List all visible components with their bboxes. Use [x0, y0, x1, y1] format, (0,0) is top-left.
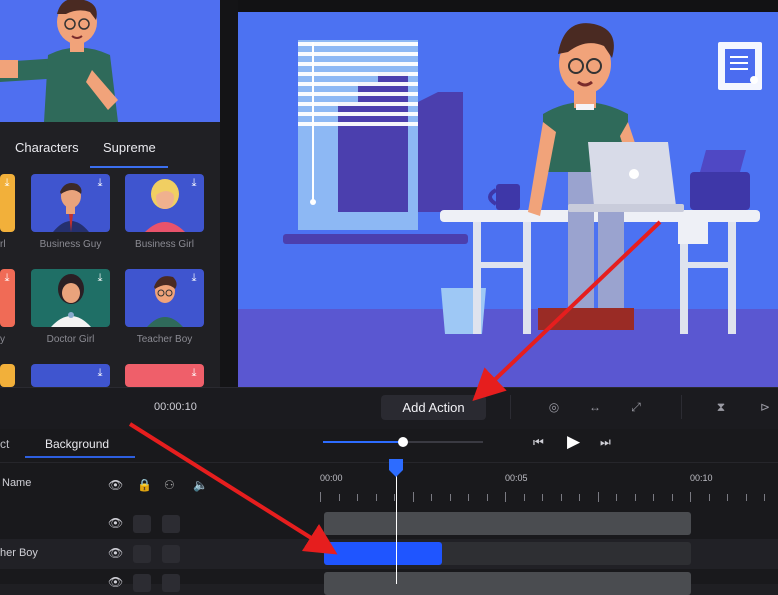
ruler-tick [653, 494, 654, 501]
timecode: 00:00:10 [154, 401, 197, 413]
play-icon[interactable]: ▶ [567, 432, 580, 452]
ruler-tick [394, 494, 395, 501]
ruler-tick [338, 494, 340, 501]
tab-background[interactable]: Background [45, 437, 109, 451]
volume-header-icon[interactable]: 🔈 [193, 478, 208, 492]
ruler-label: 00:00 [320, 473, 343, 483]
playback-scrubber-progress [323, 441, 403, 443]
expand-icon[interactable]: ⤢ [623, 395, 649, 419]
card-label-partial: rl [0, 239, 6, 250]
ruler-tick [431, 494, 432, 501]
ruler-tick [542, 494, 543, 501]
hide-toggle[interactable] [162, 515, 180, 533]
flip-vertical-icon[interactable]: ⊳ [752, 395, 778, 419]
hide-toggle[interactable] [162, 574, 180, 592]
ruler-tick [745, 494, 747, 501]
download-icon[interactable]: ⤓ [1, 177, 13, 189]
playhead-line [396, 470, 397, 584]
ruler-tick [634, 494, 636, 501]
binoculars-header-icon[interactable]: ⚇ [164, 478, 175, 492]
ruler-tick [727, 494, 728, 501]
ruler-tick [523, 494, 525, 501]
card-label: Business Girl [135, 239, 194, 250]
ruler-tick [690, 492, 691, 502]
download-icon[interactable]: ⤓ [1, 272, 13, 284]
flip-horizontal-icon[interactable]: ⧗ [708, 395, 734, 419]
toolbar-separator [510, 395, 511, 419]
tab-characters[interactable]: Characters [15, 140, 79, 155]
card-label-partial: y [0, 334, 5, 345]
lock-toggle[interactable] [133, 515, 151, 533]
active-tab-indicator [25, 456, 135, 458]
action-clip-selected[interactable] [324, 542, 442, 565]
name-column-header: Name [2, 477, 32, 489]
ruler-tick [671, 494, 673, 501]
toolbar-separator [681, 395, 682, 419]
ruler-tick [486, 494, 488, 501]
character-preview [0, 0, 220, 122]
panel-divider[interactable] [220, 0, 238, 387]
ruler-tick [708, 494, 710, 501]
card-label: Business Guy [39, 239, 102, 250]
visibility-header-icon[interactable]: 👁 [108, 478, 123, 492]
ruler-tick [579, 494, 580, 501]
ruler-tick [357, 494, 358, 501]
swap-horizontal-icon[interactable]: ↔ [582, 395, 608, 419]
ruler-label: 00:05 [505, 473, 528, 483]
active-tab-indicator [90, 166, 168, 168]
time-ruler[interactable] [320, 492, 778, 502]
ruler-tick [597, 492, 599, 502]
ruler-tick [449, 494, 451, 501]
download-icon[interactable]: ⤓ [94, 367, 106, 379]
track-label: her Boy [0, 547, 38, 559]
add-action-button[interactable]: Add Action [381, 395, 486, 420]
visibility-toggle-icon[interactable]: 👁 [108, 546, 123, 560]
timeline-clip[interactable] [324, 512, 691, 535]
download-icon[interactable]: ⤓ [94, 272, 106, 284]
scene-canvas[interactable] [238, 12, 778, 387]
skip-forward-icon[interactable]: ⏭ [600, 435, 611, 450]
ruler-tick [505, 492, 506, 502]
tab-supreme[interactable]: Supreme [103, 140, 156, 155]
target-icon[interactable]: ◎ [541, 395, 567, 419]
ruler-tick [320, 492, 321, 502]
character-card-partial[interactable] [0, 364, 15, 387]
asset-library-panel [0, 122, 220, 387]
ruler-tick [764, 494, 765, 501]
download-icon[interactable]: ⤓ [188, 367, 200, 379]
download-icon[interactable]: ⤓ [188, 272, 200, 284]
download-icon[interactable]: ⤓ [188, 177, 200, 189]
playhead-handle-icon[interactable] [388, 458, 404, 478]
hide-toggle[interactable] [162, 545, 180, 563]
lock-toggle[interactable] [133, 574, 151, 592]
office-scene [238, 23, 778, 387]
ruler-tick [616, 494, 617, 501]
tab-object-partial[interactable]: ct [0, 437, 9, 451]
ruler-label: 00:10 [690, 473, 713, 483]
ruler-tick [560, 494, 562, 501]
playback-scrubber-handle[interactable] [398, 437, 408, 447]
card-label: Doctor Girl [46, 334, 95, 345]
card-label: Teacher Boy [136, 334, 193, 345]
ruler-tick [375, 494, 377, 501]
ruler-tick [412, 492, 414, 502]
lock-header-icon[interactable]: 🔒 [137, 478, 152, 492]
skip-back-icon[interactable]: ⏮ [533, 435, 544, 450]
character-illustration [0, 0, 220, 122]
lock-toggle[interactable] [133, 545, 151, 563]
ruler-tick [468, 494, 469, 501]
download-icon[interactable]: ⤓ [94, 177, 106, 189]
visibility-toggle-icon[interactable]: 👁 [108, 575, 123, 589]
visibility-toggle-icon[interactable]: 👁 [108, 516, 123, 530]
